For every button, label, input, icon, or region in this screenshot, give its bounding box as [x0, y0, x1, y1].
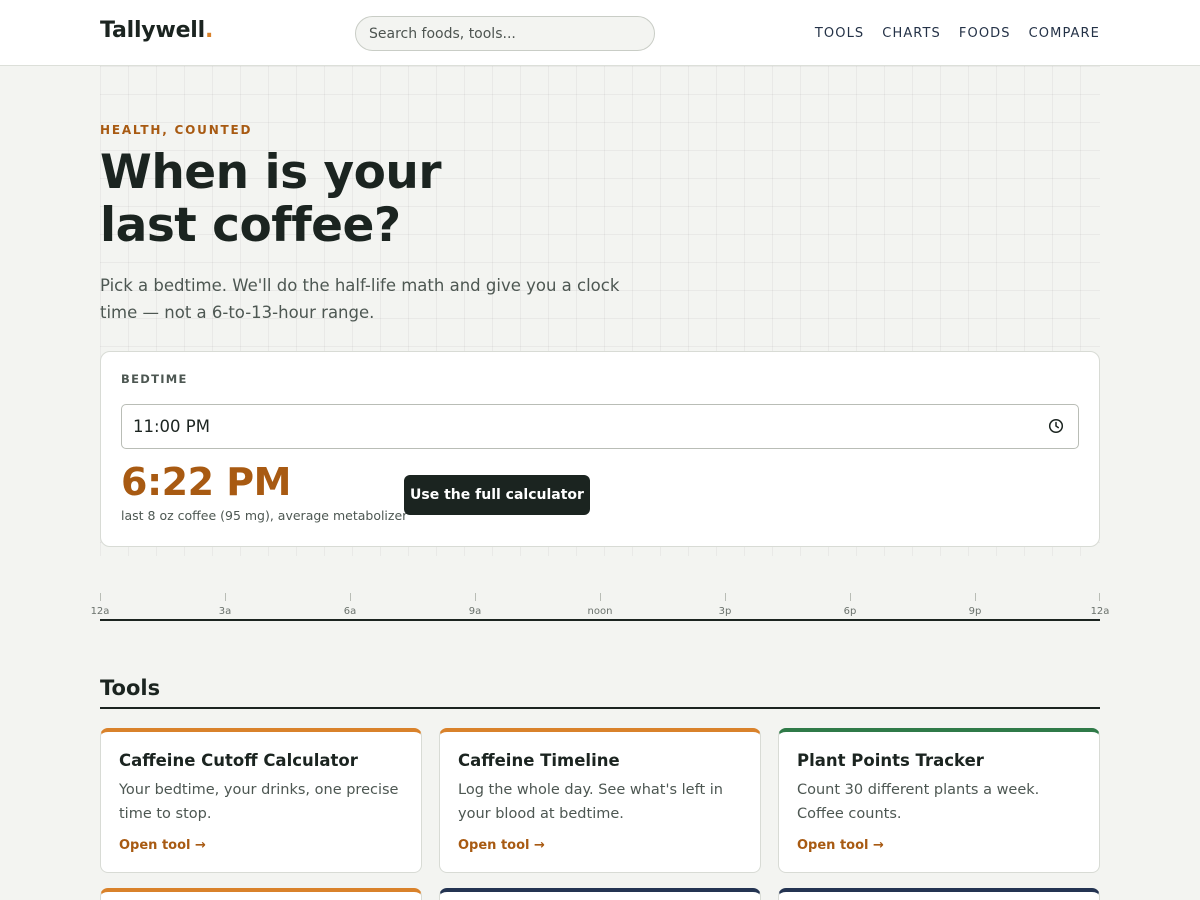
tool-card-description: Count 30 different plants a week. Coffee… [797, 782, 1040, 822]
timeline-tick-label: 12a [90, 606, 110, 617]
tools-divider [100, 707, 1100, 709]
open-tool-link[interactable]: Open tool → [458, 838, 545, 853]
timeline-tick-label: 6a [343, 606, 357, 617]
nav-tools[interactable]: TOOLS [815, 26, 864, 41]
bedtime-value: 11:00 PM [133, 417, 210, 436]
clock-icon[interactable] [1048, 418, 1064, 434]
brand-name: Tallywell [100, 18, 205, 43]
timeline-tick-label: noon [587, 606, 613, 617]
tool-card-caffeine-timeline[interactable]: Caffeine Timeline Log the whole day. See… [439, 728, 761, 873]
nav-foods[interactable]: FOODS [959, 26, 1011, 41]
full-calculator-button[interactable]: Use the full calculator [404, 475, 590, 515]
tool-card-description: Your bedtime, your drinks, one precise t… [119, 782, 399, 822]
tool-card-plant-points[interactable]: Plant Points Tracker Count 30 different … [778, 728, 1100, 873]
hero-eyebrow: HEALTH, COUNTED [100, 123, 253, 137]
tools-heading: Tools [100, 676, 161, 700]
tool-card-peek[interactable] [778, 888, 1100, 900]
open-tool-link[interactable]: Open tool → [119, 838, 206, 853]
timeline-tick [350, 593, 351, 601]
cutoff-time-result: 6:22 PM [121, 460, 291, 504]
cutoff-result-note: last 8 oz coffee (95 mg), average metabo… [121, 508, 408, 523]
timeline-tick [100, 593, 101, 601]
timeline-tick [725, 593, 726, 601]
timeline-tick [975, 593, 976, 601]
timeline-tick [1099, 593, 1100, 601]
top-bar: Tallywell. TOOLS CHARTS FOODS COMPARE [0, 0, 1200, 66]
hero-subtitle: Pick a bedtime. We'll do the half-life m… [100, 276, 620, 322]
timeline-tick-label: 9p [968, 606, 982, 617]
timeline-tick [225, 593, 226, 601]
tool-card-title: Plant Points Tracker [797, 751, 984, 770]
nav-charts[interactable]: CHARTS [882, 26, 941, 41]
timeline-tick [600, 593, 601, 601]
timeline-tick-label: 6p [843, 606, 857, 617]
tool-card-caffeine-cutoff[interactable]: Caffeine Cutoff Calculator Your bedtime,… [100, 728, 422, 873]
brand-dot: . [204, 18, 214, 43]
tool-card-description: Log the whole day. See what's left in yo… [458, 782, 723, 822]
hero-title: When is your last coffee? [100, 146, 660, 252]
timeline-tick-label: 3a [218, 606, 232, 617]
search-input[interactable] [355, 16, 655, 51]
brand-logo[interactable]: Tallywell. [100, 18, 213, 43]
bedtime-time-input[interactable]: 11:00 PM [121, 404, 1079, 449]
tool-card-title: Caffeine Cutoff Calculator [119, 751, 358, 770]
main-nav: TOOLS CHARTS FOODS COMPARE [815, 26, 1100, 41]
timeline-tick-label: 9a [468, 606, 482, 617]
tool-card-peek[interactable] [100, 888, 422, 900]
hero-title-line-1: When is your [100, 145, 442, 200]
timeline-axis [100, 619, 1100, 621]
day-timeline: 12a 3a 6a 9a noon 3p 6p 9p 12a [91, 593, 1109, 623]
bedtime-card: BEDTIME 11:00 PM 6:22 PM last 8 oz coffe… [100, 351, 1100, 547]
tool-card-peek[interactable] [439, 888, 761, 900]
timeline-tick-label: 12a [1090, 606, 1110, 617]
timeline-tick-label: 3p [718, 606, 732, 617]
timeline-tick [475, 593, 476, 601]
nav-compare[interactable]: COMPARE [1029, 26, 1100, 41]
timeline-tick [850, 593, 851, 601]
hero-title-line-2: last coffee? [100, 198, 401, 253]
open-tool-link[interactable]: Open tool → [797, 838, 884, 853]
tool-card-title: Caffeine Timeline [458, 751, 620, 770]
bedtime-label: BEDTIME [121, 372, 188, 386]
